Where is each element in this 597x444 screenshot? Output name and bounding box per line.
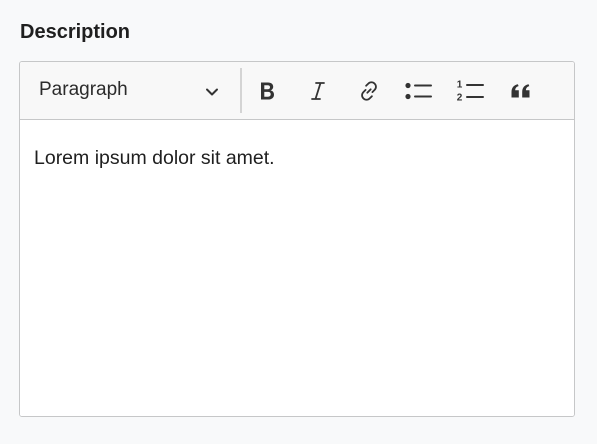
numbered-list-digit-1: 1 <box>457 80 463 91</box>
link-button[interactable] <box>351 73 387 109</box>
italic-icon <box>306 79 330 103</box>
editor-toolbar: Paragraph 1 2 <box>20 62 574 120</box>
quote-icon <box>509 79 533 103</box>
italic-button[interactable] <box>300 73 336 109</box>
bold-icon <box>255 79 279 103</box>
bulleted-list-button[interactable] <box>401 73 437 109</box>
rich-text-editor: Paragraph 1 2 Lorem ipsum dolor sit amet… <box>19 61 575 417</box>
editor-content-area[interactable]: Lorem ipsum dolor sit amet. <box>20 120 574 416</box>
paragraph-format-value: Paragraph <box>39 79 128 100</box>
toolbar-divider <box>240 68 242 113</box>
paragraph-format-select[interactable]: Paragraph <box>20 62 239 119</box>
blockquote-button[interactable] <box>503 73 539 109</box>
chevron-down-icon <box>202 82 222 102</box>
link-icon <box>357 79 381 103</box>
bold-button[interactable] <box>249 73 285 109</box>
numbered-list-icon: 1 2 <box>455 78 485 104</box>
description-label: Description <box>20 21 131 43</box>
editor-content-text: Lorem ipsum dolor sit amet. <box>34 147 275 169</box>
numbered-list-digit-2: 2 <box>457 93 463 104</box>
numbered-list-button[interactable]: 1 2 <box>452 73 488 109</box>
bulleted-list-icon <box>404 79 434 103</box>
